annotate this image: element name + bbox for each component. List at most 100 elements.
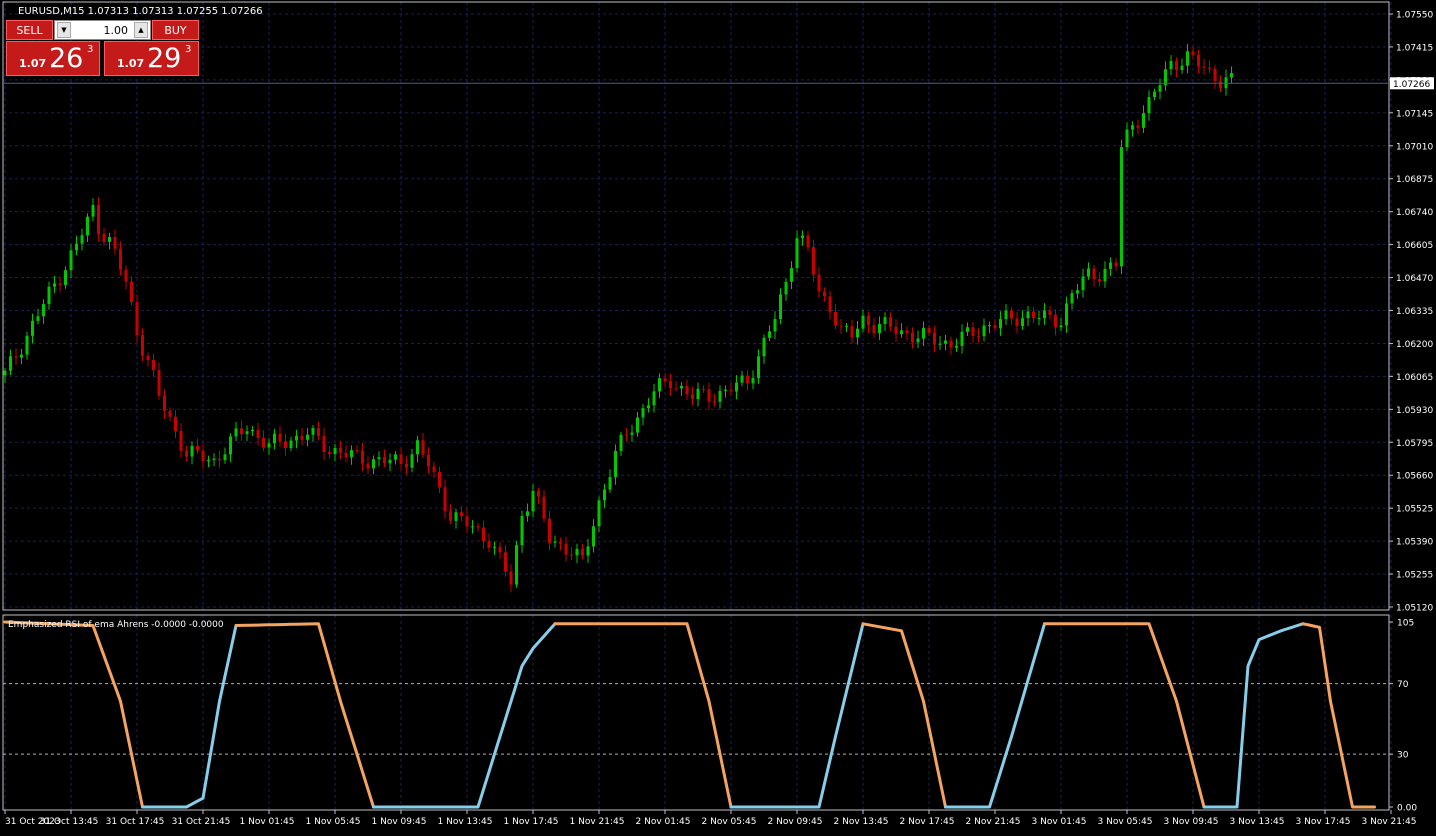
candle-body (839, 325, 843, 327)
candle-body (1032, 311, 1035, 319)
candle-body (80, 235, 84, 244)
indicator-y-tick-label: 30 (1397, 751, 1409, 761)
candle-body (663, 378, 667, 382)
lot-size-input[interactable] (73, 22, 128, 38)
candle-body (916, 338, 920, 343)
candle-body (229, 436, 232, 455)
candle-body (130, 281, 133, 303)
candle-body (570, 554, 573, 556)
candle-body (438, 471, 441, 488)
candle-body (526, 511, 529, 517)
candle-body (1054, 314, 1057, 328)
candle-body (113, 237, 117, 249)
candle-body (31, 320, 34, 336)
candle-body (988, 325, 991, 327)
candle-body (971, 327, 975, 336)
candle-body (751, 378, 755, 384)
candle-body (487, 540, 491, 548)
candle-body (75, 243, 78, 251)
sell-button[interactable]: SELL (6, 20, 53, 40)
candle-body (1186, 51, 1189, 66)
candle-body (333, 447, 337, 454)
x-tick-label: 3 Nov 05:45 (1098, 817, 1153, 827)
candle-body (548, 518, 551, 543)
candle-body (900, 330, 903, 335)
x-tick-label: 3 Nov 01:45 (1032, 817, 1087, 827)
candle-body (999, 319, 1002, 329)
candle-body (949, 340, 953, 348)
candle-body (1131, 125, 1134, 130)
lot-size-stepper[interactable]: ▼ ▲ (54, 20, 151, 40)
y-tick-label: 1.06200 (1396, 340, 1433, 350)
candle-body (1158, 85, 1162, 92)
candle-body (372, 459, 375, 469)
buy-price-button[interactable]: 1.07 29 3 (104, 41, 199, 76)
indicator-y-tick-label: 70 (1397, 680, 1409, 690)
candle-body (1230, 72, 1233, 78)
candle-body (300, 435, 304, 440)
candle-body (922, 327, 925, 339)
chart-canvas[interactable]: 1.075501.074151.072801.071451.070101.068… (0, 0, 1436, 832)
candle-body (405, 463, 408, 468)
candle-body (669, 381, 672, 389)
candle-body (773, 319, 777, 332)
candle-body (174, 416, 177, 431)
candle-body (91, 205, 95, 217)
x-tick-label: 1 Nov 17:45 (504, 817, 559, 827)
candle-body (614, 450, 617, 478)
candle-body (498, 546, 502, 553)
candle-body (185, 450, 188, 457)
candle-body (1015, 318, 1019, 327)
candle-body (64, 270, 67, 285)
y-tick-label: 1.05120 (1396, 604, 1433, 614)
candle-body (652, 391, 656, 406)
candle-body (1037, 318, 1041, 320)
candle-body (740, 375, 744, 383)
candle-body (636, 417, 639, 433)
candle-body (256, 429, 260, 438)
symbol-info: EURUSD,M15 1.07313 1.07313 1.07255 1.072… (18, 6, 263, 17)
candle-body (674, 388, 678, 390)
candle-body (581, 548, 584, 556)
buy-button[interactable]: BUY (152, 20, 199, 40)
candle-body (273, 433, 276, 444)
candle-body (416, 440, 419, 455)
candle-body (1120, 147, 1123, 267)
lot-increase-icon[interactable]: ▲ (134, 22, 148, 38)
candle-body (1142, 113, 1145, 128)
candle-body (823, 291, 826, 297)
candle-body (47, 286, 51, 305)
candle-body (449, 511, 452, 521)
x-tick-label: 31 Oct 17:45 (106, 817, 165, 827)
candle-body (20, 354, 23, 358)
candle-body (872, 325, 876, 333)
candle-body (597, 500, 601, 527)
candle-body (471, 526, 474, 528)
candle-body (234, 428, 238, 437)
candle-body (927, 327, 931, 333)
candle-body (762, 337, 766, 357)
lot-decrease-icon[interactable]: ▼ (57, 22, 71, 38)
candle-body (267, 443, 271, 448)
y-tick-label: 1.06470 (1396, 274, 1433, 284)
candle-body (817, 274, 821, 292)
x-tick-label: 2 Nov 13:45 (834, 817, 889, 827)
candle-body (146, 355, 150, 360)
candle-body (1169, 61, 1173, 70)
x-tick-label: 31 Oct 21:45 (172, 817, 231, 827)
sell-price-button[interactable]: 1.07 26 3 (6, 41, 100, 76)
candle-body (163, 395, 166, 411)
one-click-trading-panel: SELL ▼ ▲ BUY 1.07 26 3 1.07 29 3 (6, 20, 199, 76)
candle-body (361, 450, 364, 464)
x-tick-label: 3 Nov 21:45 (1362, 817, 1417, 827)
chart-window[interactable]: 1.075501.074151.072801.071451.070101.068… (0, 0, 1436, 832)
candle-body (1048, 310, 1052, 315)
candle-body (476, 526, 480, 528)
candle-body (542, 496, 546, 519)
candle-body (531, 490, 535, 512)
candle-body (856, 328, 859, 338)
candle-body (641, 408, 645, 418)
x-tick-label: 1 Nov 01:45 (240, 817, 295, 827)
candle-body (619, 434, 623, 451)
candle-body (933, 332, 936, 345)
